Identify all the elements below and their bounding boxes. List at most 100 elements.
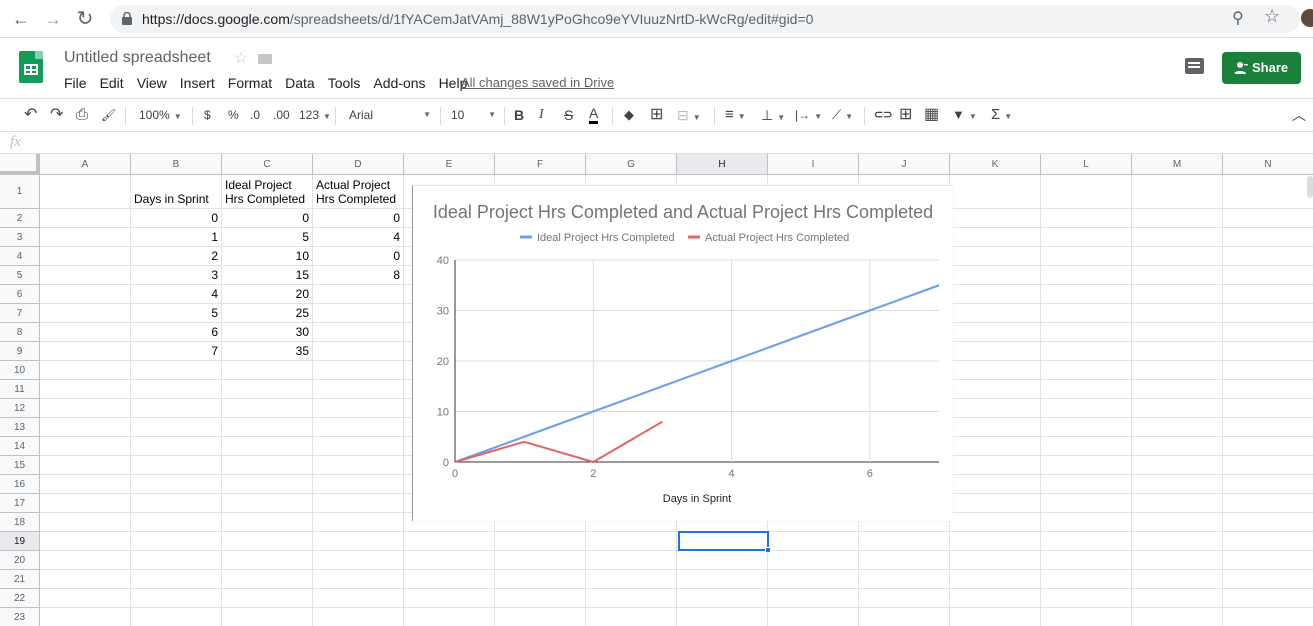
bold-button[interactable]: B [514, 106, 524, 124]
menu-view[interactable]: View [137, 75, 167, 91]
menu-insert[interactable]: Insert [180, 75, 215, 91]
row-header-12[interactable]: 12 [0, 399, 40, 418]
insert-comment-icon[interactable]: ⊞ [899, 106, 912, 124]
select-all-corner[interactable] [0, 154, 40, 175]
text-rotate-icon[interactable]: ⟋ ▼ [832, 106, 853, 124]
row-header-22[interactable]: 22 [0, 589, 40, 608]
insert-chart-icon[interactable]: ▦ [924, 106, 939, 124]
row-header-18[interactable]: 18 [0, 513, 40, 532]
star-icon[interactable]: ☆ [234, 50, 248, 67]
save-status[interactable]: All changes saved in Drive [461, 75, 614, 90]
row-header-13[interactable]: 13 [0, 418, 40, 437]
cell-c7[interactable]: 25 [222, 306, 313, 322]
forward-icon[interactable]: → [42, 8, 64, 30]
font-select[interactable]: Arial ▼ [349, 106, 431, 124]
cell-d3[interactable]: 4 [313, 230, 404, 246]
comments-icon[interactable] [1185, 58, 1204, 74]
cell-c6[interactable]: 20 [222, 287, 313, 303]
merge-cells-icon[interactable]: ⊟ ▼ [677, 106, 701, 124]
paint-format-icon[interactable]: 🖌 [101, 106, 116, 124]
bookmark-star-icon[interactable]: ☆ [1264, 6, 1280, 27]
cell-c5[interactable]: 15 [222, 268, 313, 284]
share-button[interactable]: Share [1222, 52, 1301, 84]
row-header-14[interactable]: 14 [0, 437, 40, 456]
horizontal-align-icon[interactable]: ≡ ▼ [725, 106, 746, 124]
back-icon[interactable]: ← [10, 8, 32, 30]
row-header-11[interactable]: 11 [0, 380, 40, 399]
column-header-h[interactable]: H [677, 154, 768, 175]
row-header-5[interactable]: 5 [0, 266, 40, 285]
row-header-3[interactable]: 3 [0, 228, 40, 247]
column-header-f[interactable]: F [495, 154, 586, 175]
borders-icon[interactable]: ⊞ [650, 106, 663, 124]
fill-handle[interactable] [765, 547, 771, 553]
menu-data[interactable]: Data [285, 75, 315, 91]
cell-c9[interactable]: 35 [222, 344, 313, 360]
cell-b2[interactable]: 0 [131, 211, 222, 227]
cell-b8[interactable]: 6 [131, 325, 222, 341]
functions-icon[interactable]: Σ ▼ [991, 106, 1012, 124]
selected-cell-h19[interactable] [678, 531, 769, 551]
row-header-21[interactable]: 21 [0, 570, 40, 589]
zoom-select[interactable]: 100% ▼ [139, 106, 182, 124]
menu-file[interactable]: File [64, 75, 87, 91]
row-header-4[interactable]: 4 [0, 247, 40, 266]
cell-c2[interactable]: 0 [222, 211, 313, 227]
percent-format-button[interactable]: % [228, 106, 239, 124]
line-chart[interactable]: Ideal Project Hrs Completed and Actual P… [412, 185, 953, 521]
document-title[interactable]: Untitled spreadsheet [64, 49, 211, 67]
cell-d1[interactable]: Actual Project Hrs Completed [313, 178, 404, 208]
row-header-9[interactable]: 9 [0, 342, 40, 361]
column-header-l[interactable]: L [1041, 154, 1132, 175]
cell-c8[interactable]: 30 [222, 325, 313, 341]
row-header-2[interactable]: 2 [0, 209, 40, 228]
vertical-align-icon[interactable]: ⊥ ▼ [761, 106, 785, 124]
column-header-n[interactable]: N [1223, 154, 1313, 175]
cell-b9[interactable]: 7 [131, 344, 222, 360]
reload-icon[interactable]: ↻ [74, 8, 96, 30]
row-header-23[interactable]: 23 [0, 608, 40, 626]
menu-tools[interactable]: Tools [328, 75, 361, 91]
profile-avatar[interactable] [1301, 9, 1313, 27]
cell-d5[interactable]: 8 [313, 268, 404, 284]
row-header-1[interactable]: 1 [0, 175, 40, 209]
menu-format[interactable]: Format [228, 75, 272, 91]
row-header-16[interactable]: 16 [0, 475, 40, 494]
column-header-m[interactable]: M [1132, 154, 1223, 175]
cell-d2[interactable]: 0 [313, 211, 404, 227]
column-header-c[interactable]: C [222, 154, 313, 175]
filter-icon[interactable]: ▼ ▼ [952, 106, 977, 124]
text-color-button[interactable]: A [589, 106, 599, 124]
menu-edit[interactable]: Edit [100, 75, 124, 91]
column-header-i[interactable]: I [768, 154, 859, 175]
column-header-a[interactable]: A [40, 154, 131, 175]
more-formats-select[interactable]: 123 ▼ [299, 106, 331, 124]
cell-b4[interactable]: 2 [131, 249, 222, 265]
row-header-8[interactable]: 8 [0, 323, 40, 342]
column-header-e[interactable]: E [404, 154, 495, 175]
print-icon[interactable]: ⎙ [76, 106, 88, 124]
vertical-scrollbar[interactable] [1307, 176, 1313, 198]
folder-icon[interactable] [258, 53, 273, 64]
row-header-20[interactable]: 20 [0, 551, 40, 570]
column-header-k[interactable]: K [950, 154, 1041, 175]
row-header-19[interactable]: 19 [0, 532, 40, 551]
cell-b6[interactable]: 4 [131, 287, 222, 303]
decrease-decimal-button[interactable]: .0 [250, 106, 260, 124]
increase-decimal-button[interactable]: .00 [273, 106, 290, 124]
strikethrough-button[interactable]: S [564, 106, 573, 124]
row-header-7[interactable]: 7 [0, 304, 40, 323]
cell-c4[interactable]: 10 [222, 249, 313, 265]
address-bar[interactable]: https://docs.google.com/spreadsheets/d/1… [110, 5, 1300, 33]
row-header-15[interactable]: 15 [0, 456, 40, 475]
column-header-d[interactable]: D [313, 154, 404, 175]
cell-c1[interactable]: Ideal Project Hrs Completed [222, 178, 313, 208]
formula-input[interactable] [40, 135, 1300, 151]
italic-button[interactable]: I [539, 106, 544, 124]
text-wrap-icon[interactable]: |→ ▼ [795, 106, 822, 124]
row-header-17[interactable]: 17 [0, 494, 40, 513]
currency-format-button[interactable]: $ [204, 106, 211, 124]
cell-b5[interactable]: 3 [131, 268, 222, 284]
fill-color-icon[interactable]: ◆ [624, 106, 634, 124]
column-header-g[interactable]: G [586, 154, 677, 175]
